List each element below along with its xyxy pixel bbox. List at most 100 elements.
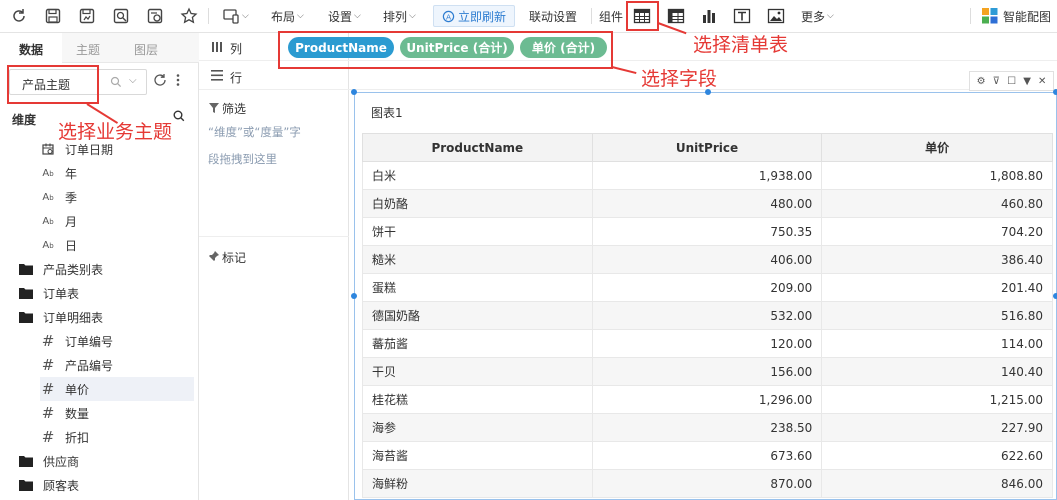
tree-folder[interactable]: 顾客表 [18, 473, 194, 497]
table-row[interactable]: 海苔酱 673.60 622.60 [362, 441, 1053, 470]
tree-folder[interactable]: 供应商 [18, 449, 194, 473]
tree-field[interactable]: # 产品编号 [40, 353, 194, 377]
resize-handle-top-right[interactable] [1053, 89, 1057, 95]
toolbar: ⌵ 布局 ⌵ 设置 ⌵ 排列 ⌵ A 立即刷新 联动设置 组件 更多 ⌵ 智能配图 [0, 0, 1057, 33]
tree-item-label: 单价 [65, 382, 90, 397]
left-panel-tabs: 数据 主题 图层 [0, 33, 199, 63]
tree-field[interactable]: Ab 年 [40, 161, 194, 185]
table-cell: 673.60 [591, 441, 823, 470]
table-cell: 海苔酱 [362, 441, 593, 470]
tree-item-label: 季 [65, 190, 78, 205]
table-row[interactable]: 糙米 406.00 386.40 [362, 245, 1053, 274]
text-component-icon[interactable] [731, 5, 753, 27]
table-cell: 海参 [362, 413, 593, 442]
table-cell: 1,215.00 [821, 385, 1053, 414]
table-cell: 209.00 [591, 273, 823, 302]
text-field-icon: Ab [42, 191, 54, 203]
maximize-icon[interactable]: ☐ [1007, 76, 1016, 87]
filter-title: 筛选 [222, 102, 247, 116]
folder-icon [18, 455, 34, 467]
favorite-star-icon[interactable] [180, 5, 198, 27]
bar-chart-icon[interactable] [698, 5, 720, 27]
table-cell: 114.00 [821, 329, 1053, 358]
resize-handle-top[interactable] [705, 89, 711, 95]
tab-data[interactable]: 数据 [19, 41, 43, 58]
chevron-down-icon[interactable]: ⌵ [129, 75, 137, 86]
table-row[interactable]: 蕃茄酱 120.00 114.00 [362, 329, 1053, 358]
more-menu[interactable]: 更多 ⌵ [801, 5, 834, 27]
device-layout-button[interactable]: ⌵ [222, 5, 249, 27]
table-cell: 532.00 [591, 301, 823, 330]
column-header[interactable]: UnitPrice [591, 133, 823, 162]
search-icon[interactable] [173, 110, 185, 122]
tree-item-label: 订单明细表 [43, 310, 104, 325]
crosstab-icon[interactable] [665, 5, 687, 27]
panel-divider [199, 236, 349, 237]
table-cell: 156.00 [591, 357, 823, 386]
table-header-row: ProductName UnitPrice 单价 [362, 133, 1053, 162]
save-as-icon[interactable] [78, 5, 96, 27]
tree-folder[interactable]: 订单表 [18, 281, 194, 305]
tree-item-label: 年 [65, 166, 78, 181]
table-cell: 蛋糕 [362, 273, 593, 302]
close-icon[interactable]: ✕ [1038, 76, 1046, 87]
table-row[interactable]: 海鲜粉 870.00 846.00 [362, 469, 1053, 498]
columns-icon [212, 42, 222, 52]
more-menu-label: 更多 [801, 9, 826, 24]
table-icon-highlight [626, 1, 659, 31]
table-cell: 704.20 [821, 217, 1053, 246]
column-header[interactable]: ProductName [362, 133, 593, 162]
filter-hint-line2: 段拖拽到这里 [208, 152, 277, 166]
reload-icon[interactable] [153, 73, 167, 87]
settings-menu-label: 设置 [328, 9, 353, 24]
tree-field[interactable]: # 折扣 [40, 425, 194, 449]
tree-folder[interactable]: 订单明细表 [18, 305, 194, 329]
arrange-menu[interactable]: 排列 ⌵ [383, 5, 416, 27]
refresh-now-button[interactable]: A 立即刷新 [433, 5, 515, 27]
svg-text:A: A [446, 12, 451, 21]
tree-folder[interactable]: 产品类别表 [18, 257, 194, 281]
table-row[interactable]: 海参 238.50 227.90 [362, 413, 1053, 442]
table-row[interactable]: 桂花糕 1,296.00 1,215.00 [362, 385, 1053, 414]
table-cell: 622.60 [821, 441, 1053, 470]
table-row[interactable]: 蛋糕 209.00 201.40 [362, 273, 1053, 302]
tab-layers[interactable]: 图层 [134, 41, 158, 58]
settings-menu[interactable]: 设置 ⌵ [328, 5, 361, 27]
layout-menu[interactable]: 布局 ⌵ [271, 5, 304, 27]
tab-topic[interactable]: 主题 [76, 41, 100, 58]
resize-handle-left[interactable] [351, 293, 357, 299]
tree-field[interactable]: # 单价 [40, 377, 194, 401]
tree-field[interactable]: Ab 月 [40, 209, 194, 233]
table-cell: 238.50 [591, 413, 823, 442]
table-cell: 386.40 [821, 245, 1053, 274]
table-cell: 201.40 [821, 273, 1053, 302]
table-row[interactable]: 德国奶酪 532.00 516.80 [362, 301, 1053, 330]
smart-chart-button[interactable]: 智能配图 [982, 5, 1051, 27]
search-icon[interactable] [110, 76, 122, 88]
table-row[interactable]: 干贝 156.00 140.40 [362, 357, 1053, 386]
table-row[interactable]: 白米 1,938.00 1,808.80 [362, 161, 1053, 190]
caret-down-icon[interactable]: ▼ [1023, 76, 1031, 87]
link-settings-button[interactable]: 联动设置 [529, 5, 577, 27]
preview-icon[interactable] [112, 5, 130, 27]
save-icon[interactable] [44, 5, 62, 27]
tree-field[interactable]: Ab 季 [40, 185, 194, 209]
image-component-icon[interactable] [765, 5, 787, 27]
annotation-select-fields: 选择字段 [641, 68, 718, 90]
tree-field[interactable]: Ab 日 [40, 233, 194, 257]
resize-handle-right[interactable] [1053, 293, 1057, 299]
table-row[interactable]: 饼干 750.35 704.20 [362, 217, 1053, 246]
table-cell: 870.00 [591, 469, 823, 498]
tree-field[interactable]: # 数量 [40, 401, 194, 425]
settings-page-icon[interactable] [146, 5, 164, 27]
column-header[interactable]: 单价 [821, 133, 1053, 162]
filter-icon[interactable]: ⊽ [993, 76, 1000, 87]
refresh-icon[interactable] [10, 5, 28, 27]
hash-icon: # [41, 428, 55, 446]
table-row[interactable]: 白奶酪 480.00 460.80 [362, 189, 1053, 218]
tree-field[interactable]: # 订单编号 [40, 329, 194, 353]
folder-icon [18, 287, 34, 299]
more-vertical-icon[interactable] [175, 73, 181, 87]
resize-handle-top-left[interactable] [351, 89, 357, 95]
gear-icon[interactable]: ⚙ [977, 76, 986, 87]
